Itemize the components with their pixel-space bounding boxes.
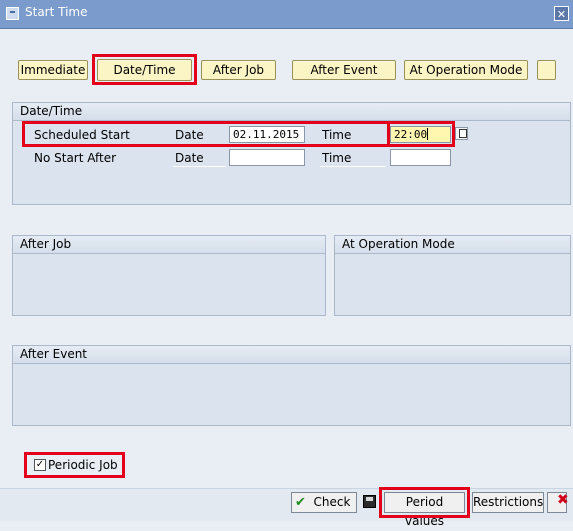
periodic-job-highlight (24, 452, 125, 478)
datetime-highlight (92, 54, 197, 85)
cancel-icon: ✖ (557, 492, 569, 508)
time-highlight (387, 121, 455, 147)
check-icon: ✔ (295, 495, 306, 510)
window-icon (6, 7, 19, 20)
after-job-group: After Job (12, 235, 326, 316)
after-event-button[interactable]: After Event (292, 60, 396, 80)
immediate-button[interactable]: Immediate (18, 60, 88, 80)
operation-mode-group-title: At Operation Mode (335, 236, 570, 254)
value-help-icon[interactable] (455, 127, 468, 140)
after-event-group-title: After Event (13, 346, 570, 364)
datetime-group-title: Date/Time (13, 103, 570, 121)
after-job-group-title: After Job (13, 236, 325, 254)
no-start-time-input[interactable] (390, 149, 451, 166)
extra-button[interactable] (537, 60, 556, 80)
no-start-time-underline (320, 149, 386, 167)
operation-mode-group: At Operation Mode (334, 235, 571, 316)
after-event-group: After Event (12, 345, 571, 426)
no-start-after-label: No Start After (34, 151, 117, 165)
close-icon[interactable]: ✕ (554, 6, 569, 21)
restrictions-button[interactable]: Restrictions (472, 492, 544, 513)
title-bar: Start Time ✕ (0, 0, 573, 29)
no-start-date-underline (173, 149, 226, 167)
save-icon[interactable] (363, 495, 376, 508)
operation-mode-button[interactable]: At Operation Mode (404, 60, 528, 80)
period-values-highlight (379, 487, 470, 518)
cancel-button[interactable]: ✖ (547, 492, 569, 513)
no-start-date-input[interactable] (229, 149, 305, 166)
after-job-button[interactable]: After Job (201, 60, 276, 80)
check-button[interactable]: ✔ Check (291, 492, 357, 513)
window-title: Start Time (25, 5, 88, 19)
